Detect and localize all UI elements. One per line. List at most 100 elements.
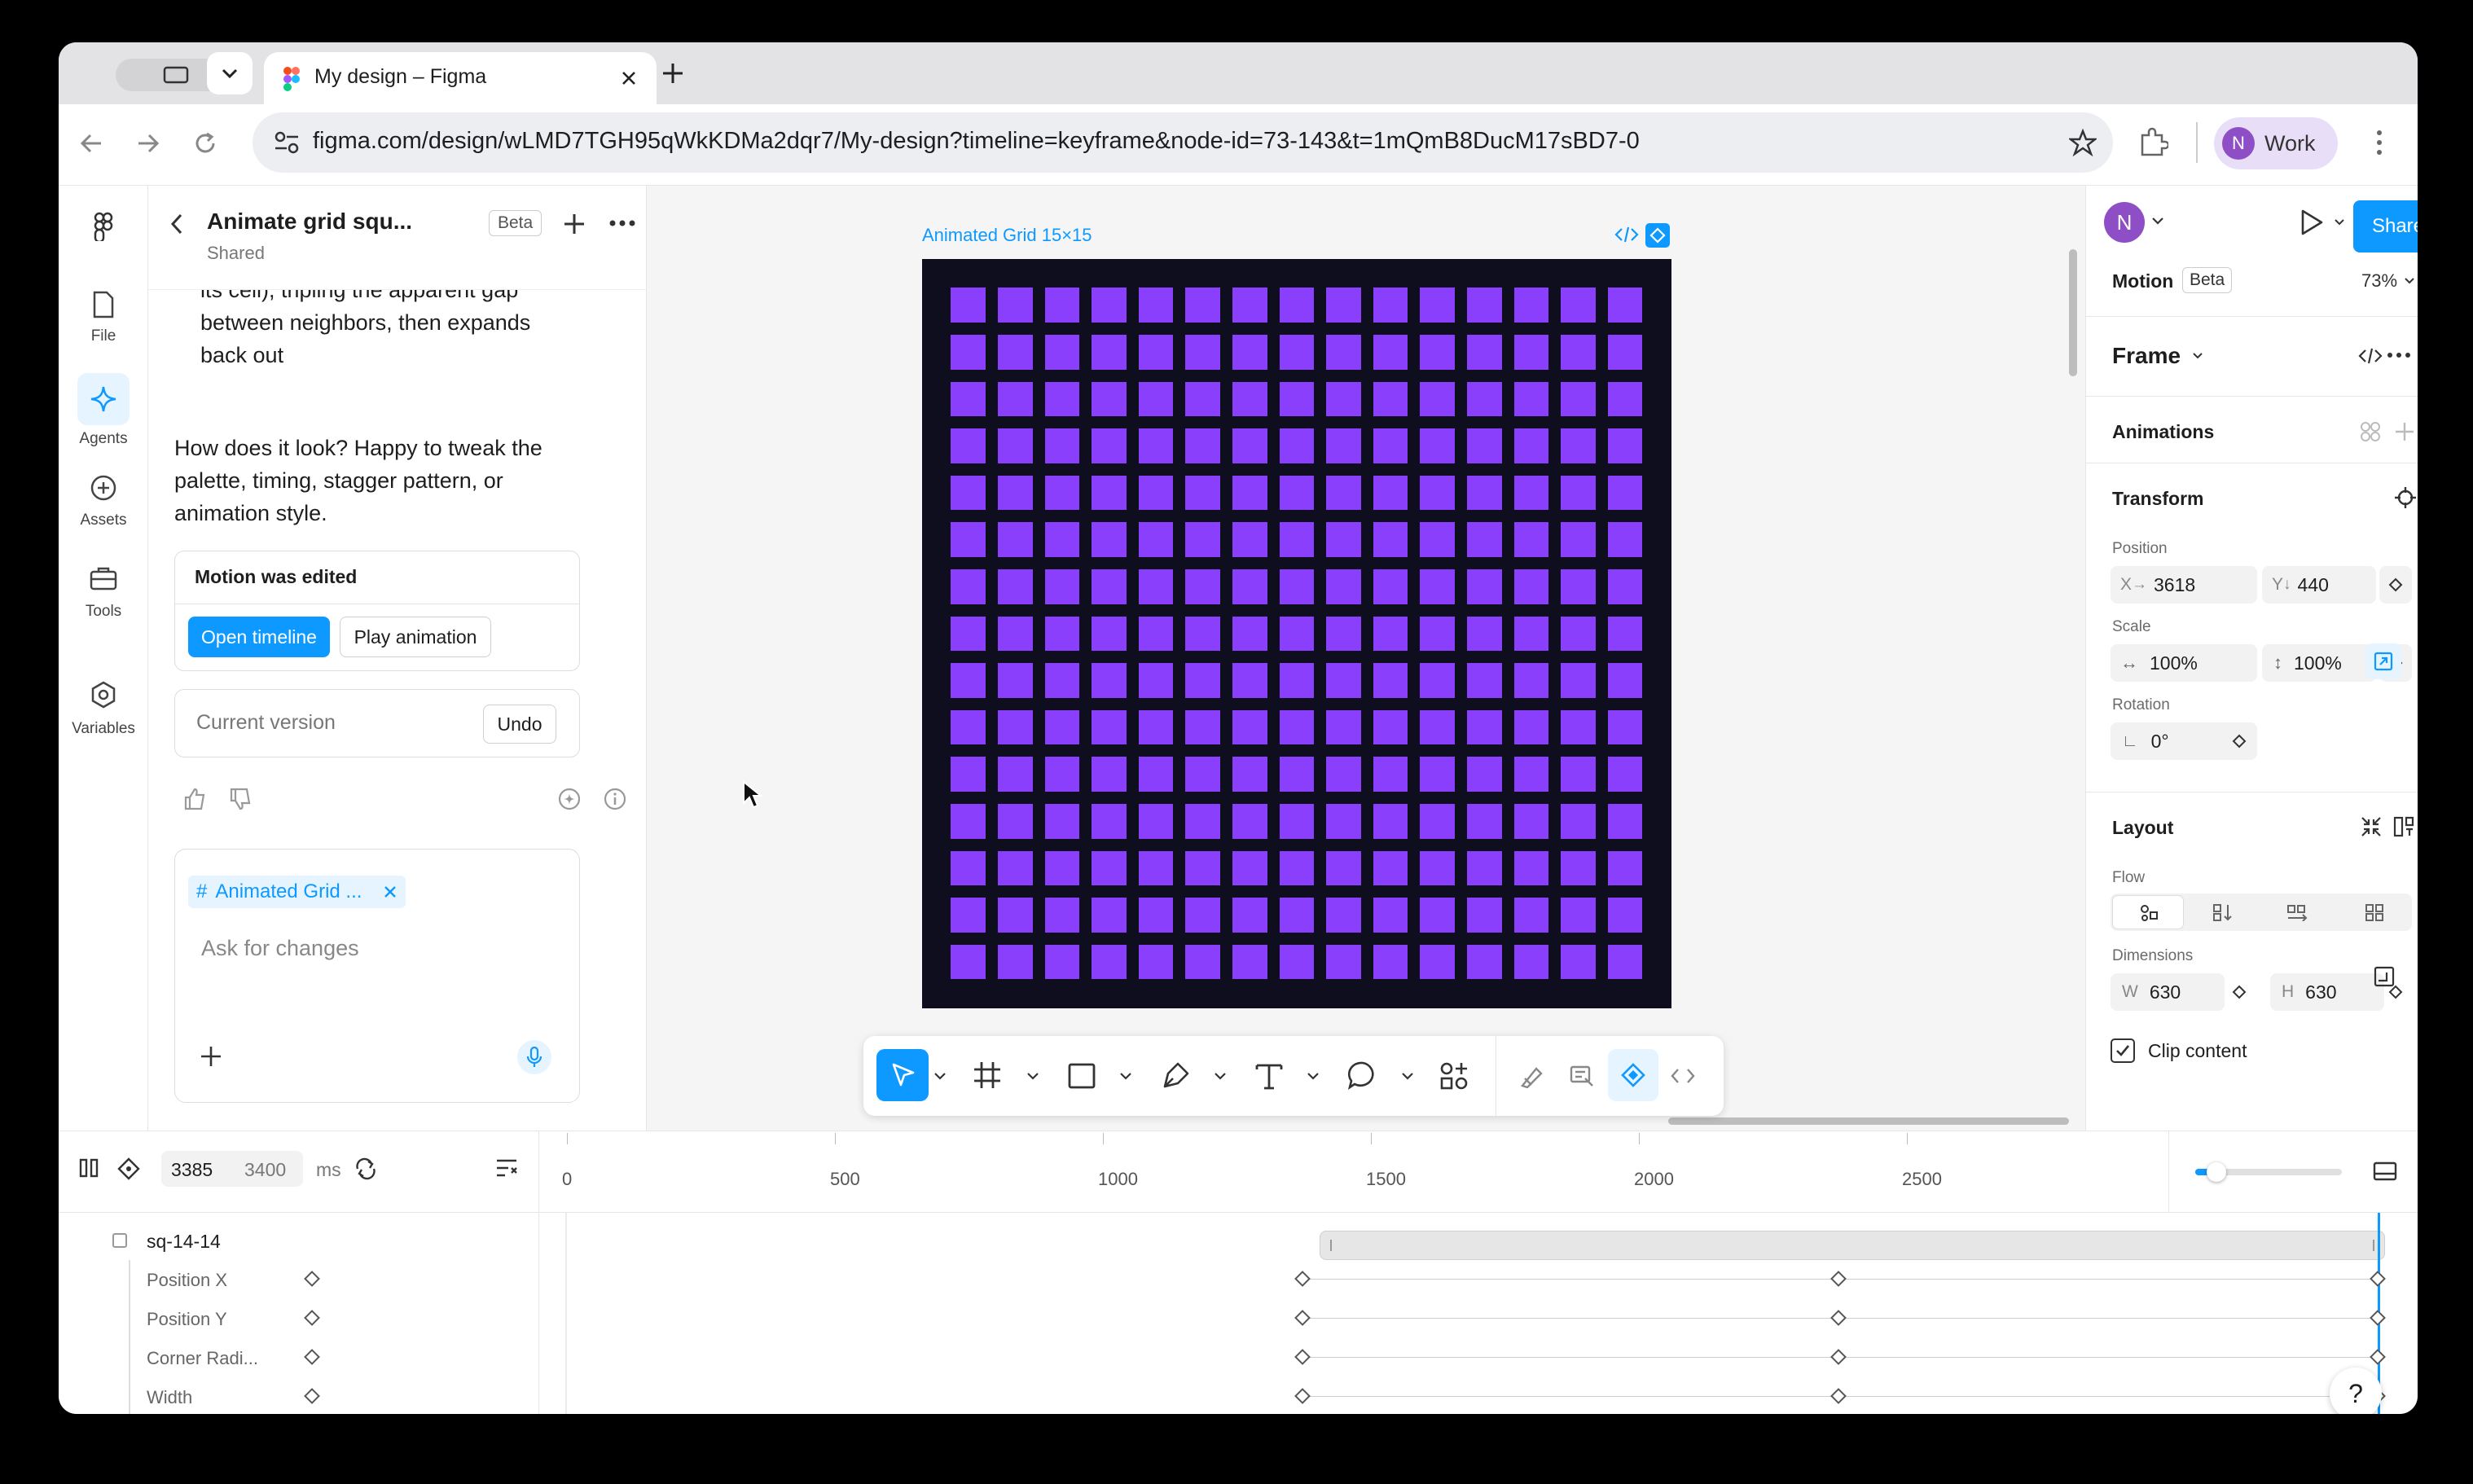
keyframe[interactable] (1294, 1310, 1311, 1326)
zoom-control[interactable]: 73% (2361, 270, 2415, 292)
grid-square[interactable] (1326, 944, 1361, 980)
grid-square[interactable] (1279, 850, 1315, 886)
code-icon[interactable] (2358, 346, 2383, 366)
grid-square[interactable] (1326, 757, 1361, 792)
play-animation-button[interactable]: Play animation (340, 617, 491, 657)
scale-x-field[interactable]: ↔ 100% (2111, 644, 2257, 682)
grid-square[interactable] (1420, 804, 1456, 839)
extensions-icon[interactable] (2137, 127, 2168, 158)
grid-square[interactable] (1561, 335, 1596, 370)
code-icon[interactable] (1614, 225, 1639, 244)
grid-square[interactable] (1279, 381, 1315, 417)
grid-square[interactable] (1420, 522, 1456, 558)
grid-square[interactable] (1092, 335, 1127, 370)
motion-badge[interactable] (1645, 223, 1670, 248)
microphone-button[interactable] (517, 1040, 551, 1074)
grid-square[interactable] (1467, 616, 1502, 652)
track-row[interactable]: Position Y (59, 1299, 539, 1338)
thumbs-up-icon[interactable] (182, 787, 207, 811)
grid-square[interactable] (1044, 475, 1080, 511)
grid-square[interactable] (1279, 522, 1315, 558)
grid-square[interactable] (1138, 335, 1174, 370)
grid-square[interactable] (1561, 898, 1596, 933)
grid-square[interactable] (1092, 569, 1127, 604)
grid-square[interactable] (1279, 616, 1315, 652)
grid-square[interactable] (1373, 944, 1408, 980)
grid-square[interactable] (1607, 475, 1643, 511)
grid-square[interactable] (1185, 757, 1221, 792)
grid-square[interactable] (951, 804, 986, 839)
grid-square[interactable] (1232, 428, 1267, 463)
grid-square[interactable] (1232, 663, 1267, 698)
chevron-down-icon[interactable] (1026, 1072, 1039, 1080)
grid-square[interactable] (1373, 428, 1408, 463)
grid-square[interactable] (1326, 428, 1361, 463)
grid-square[interactable] (1092, 804, 1127, 839)
grid-square[interactable] (1044, 757, 1080, 792)
grid-square[interactable] (1326, 569, 1361, 604)
grid-square[interactable] (1044, 335, 1080, 370)
keyframe[interactable] (1830, 1388, 1847, 1404)
grid-square[interactable] (1420, 381, 1456, 417)
grid-square[interactable] (1232, 898, 1267, 933)
zoom-slider-thumb[interactable] (2207, 1162, 2226, 1182)
grid-square[interactable] (1561, 709, 1596, 745)
grid-square[interactable] (1232, 944, 1267, 980)
layer-checkbox[interactable] (112, 1233, 127, 1248)
grid-square[interactable] (1044, 898, 1080, 933)
grid-square[interactable] (1373, 335, 1408, 370)
width-keyframe-button[interactable] (2221, 973, 2257, 1011)
user-avatar[interactable]: N (2104, 202, 2145, 243)
grid-square[interactable] (998, 663, 1033, 698)
grid-square[interactable] (1373, 522, 1408, 558)
vertical-scrollbar[interactable] (2069, 249, 2077, 376)
chevron-down-icon[interactable] (2334, 218, 2345, 226)
grid-square[interactable] (1420, 709, 1456, 745)
present-play-icon[interactable] (2299, 209, 2324, 236)
grid-square[interactable] (1326, 522, 1361, 558)
move-tool[interactable] (876, 1049, 929, 1101)
url-text[interactable]: figma.com/design/wLMD7TGH95qWkKDMa2dqr7/… (313, 128, 1640, 155)
grid-square[interactable] (1467, 944, 1502, 980)
grid-square[interactable] (1607, 850, 1643, 886)
grid-square[interactable] (1138, 381, 1174, 417)
horizontal-scrollbar[interactable] (1668, 1117, 2069, 1125)
grid-square[interactable] (1232, 381, 1267, 417)
horizontal-flow-icon[interactable] (2286, 903, 2309, 921)
grid-square[interactable] (1420, 475, 1456, 511)
grid-square[interactable] (998, 475, 1033, 511)
grid-square[interactable] (1513, 288, 1549, 323)
grid-square[interactable] (1561, 850, 1596, 886)
clip-handle-left[interactable] (1330, 1240, 1332, 1251)
grid-square[interactable] (1373, 288, 1408, 323)
grid-square[interactable] (1138, 709, 1174, 745)
grid-square[interactable] (1185, 428, 1221, 463)
grid-square[interactable] (998, 522, 1033, 558)
grid-square[interactable] (1326, 663, 1361, 698)
thumbs-down-icon[interactable] (228, 787, 253, 811)
grid-square[interactable] (1138, 428, 1174, 463)
keyframe[interactable] (2370, 1349, 2386, 1365)
grid-square[interactable] (1513, 475, 1549, 511)
chevron-down-icon[interactable] (933, 1072, 947, 1080)
design-canvas[interactable]: Animated Grid 15×15 (647, 186, 2085, 1131)
grid-square[interactable] (1467, 569, 1502, 604)
grid-square[interactable] (951, 757, 986, 792)
grid-square[interactable] (1138, 522, 1174, 558)
add-attachment-icon[interactable] (200, 1045, 222, 1068)
grid-square[interactable] (1279, 757, 1315, 792)
grid-square[interactable] (951, 475, 986, 511)
grid-square[interactable] (1185, 522, 1221, 558)
grid-square[interactable] (1185, 288, 1221, 323)
keyframe[interactable] (1294, 1349, 1311, 1365)
resize-to-fit-icon[interactable] (2374, 966, 2395, 987)
grid-square[interactable] (1513, 522, 1549, 558)
grid-square[interactable] (1232, 475, 1267, 511)
timeline-ruler[interactable]: 0 500 1000 1500 2000 2500 (539, 1131, 2168, 1213)
track-row[interactable]: Corner Radi... (59, 1338, 539, 1377)
pause-icon[interactable] (78, 1157, 99, 1179)
grid-square[interactable] (1561, 288, 1596, 323)
dev-mode-icon[interactable] (1569, 1064, 1595, 1088)
grid-square[interactable] (1232, 757, 1267, 792)
grid-square[interactable] (1044, 522, 1080, 558)
